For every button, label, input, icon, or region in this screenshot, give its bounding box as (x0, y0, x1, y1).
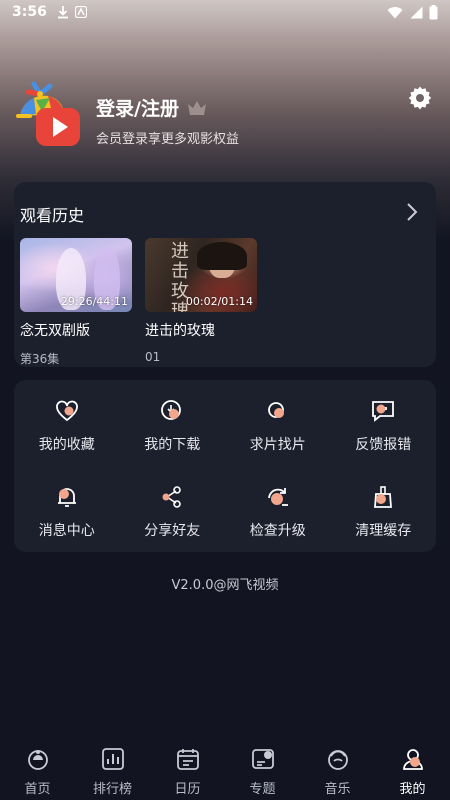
history-item-title[interactable]: 念无双剧版 (20, 320, 132, 340)
history-thumbnail[interactable]: 29:26/44:11 (20, 238, 132, 312)
menu-item-clear-cache[interactable]: 清理缓存 (331, 484, 437, 540)
profile-icon[interactable] (400, 746, 426, 772)
heart-icon[interactable] (54, 398, 80, 424)
app-logo[interactable] (14, 80, 82, 148)
tab-label[interactable]: 首页 (24, 778, 50, 797)
tab-label[interactable]: 专题 (249, 778, 275, 797)
menu-item-feedback[interactable]: 反馈报错 (331, 398, 437, 454)
tab-music[interactable]: 音乐 (303, 746, 373, 797)
menu-item-check-update[interactable]: 检查升级 (225, 484, 331, 540)
menu-label[interactable]: 反馈报错 (355, 434, 411, 454)
watch-history-card: 观看历史 29:26/44:11 念无双剧版 第36集 进击玫瑰 00:02/0… (14, 182, 436, 367)
tab-label[interactable]: 日历 (174, 778, 200, 797)
wifi-icon (387, 6, 403, 19)
gear-icon[interactable] (407, 85, 433, 115)
tab-ranking[interactable]: 排行榜 (78, 746, 148, 797)
history-thumbnail[interactable]: 进击玫瑰 00:02/01:14 (145, 238, 257, 312)
bell-icon[interactable] (54, 484, 80, 510)
calendar-icon[interactable] (175, 746, 201, 772)
history-item-title[interactable]: 进击的玫瑰 (145, 320, 257, 340)
menu-label[interactable]: 分享好友 (144, 520, 200, 540)
menu-item-share[interactable]: 分享好友 (120, 484, 226, 540)
settings-button[interactable] (406, 86, 434, 114)
feedback-icon[interactable] (370, 398, 396, 424)
search-movie-icon[interactable] (265, 398, 291, 424)
signal-icon (409, 6, 423, 19)
menu-item-request-movie[interactable]: 求片找片 (225, 398, 331, 454)
crown-icon (187, 100, 207, 116)
upgrade-icon[interactable] (265, 484, 291, 510)
tab-topic[interactable]: 专题 (228, 746, 298, 797)
profile-subtitle: 会员登录享更多观影权益 (96, 132, 240, 147)
share-icon[interactable] (159, 484, 185, 510)
menu-item-messages[interactable]: 消息中心 (14, 484, 120, 540)
menu-label[interactable]: 求片找片 (250, 434, 306, 454)
progress-time: 29:26/44:11 (60, 295, 128, 308)
profile-section: 登录/注册 会员登录享更多观影权益 (14, 80, 436, 152)
tab-label[interactable]: 音乐 (324, 778, 350, 797)
chevron-right-icon[interactable] (404, 202, 420, 222)
menu-item-favorites[interactable]: 我的收藏 (14, 398, 120, 454)
tab-home[interactable]: 首页 (3, 746, 73, 797)
status-bar: 3:56 (0, 0, 450, 24)
function-menu-card: 我的收藏 我的下载 求片找片 反馈报错 消息中心 分享好友 检查升级 清理缓存 (14, 380, 436, 552)
tab-label[interactable]: 我的 (399, 778, 425, 797)
function-menu-grid: 我的收藏 我的下载 求片找片 反馈报错 消息中心 分享好友 检查升级 清理缓存 (14, 398, 436, 540)
login-register-link[interactable]: 登录/注册 (96, 94, 207, 121)
download-icon[interactable] (159, 398, 185, 424)
tab-calendar[interactable]: 日历 (153, 746, 223, 797)
history-item-episode: 01 (145, 350, 161, 364)
menu-label[interactable]: 我的下载 (144, 434, 200, 454)
watch-history-title[interactable]: 观看历史 (20, 202, 84, 226)
menu-label[interactable]: 清理缓存 (355, 520, 411, 540)
menu-label[interactable]: 我的收藏 (39, 434, 95, 454)
menu-item-downloads[interactable]: 我的下载 (120, 398, 226, 454)
bottom-tab-bar: 首页 排行榜 日历 专题 音乐 我的 (0, 740, 450, 800)
login-register-label[interactable]: 登录/注册 (96, 94, 179, 121)
tab-profile[interactable]: 我的 (378, 746, 448, 797)
tab-label[interactable]: 排行榜 (93, 778, 132, 797)
history-item-episode: 第36集 (20, 352, 60, 366)
app-notification-icon (74, 6, 87, 18)
history-item[interactable]: 29:26/44:11 念无双剧版 第36集 (20, 238, 132, 367)
menu-label[interactable]: 检查升级 (250, 520, 306, 540)
music-icon[interactable] (325, 746, 351, 772)
topic-icon[interactable] (250, 746, 276, 772)
download-notification-icon (57, 5, 69, 19)
history-item[interactable]: 进击玫瑰 00:02/01:14 进击的玫瑰 01 (145, 238, 257, 367)
version-text: V2.0.0@网飞视频 (171, 578, 279, 593)
broom-icon[interactable] (370, 484, 396, 510)
home-icon[interactable] (25, 746, 51, 772)
battery-icon (429, 4, 438, 20)
watch-history-list: 29:26/44:11 念无双剧版 第36集 进击玫瑰 00:02/01:14 … (20, 238, 257, 367)
progress-time: 00:02/01:14 (185, 295, 253, 308)
menu-label[interactable]: 消息中心 (39, 520, 95, 540)
status-time: 3:56 (12, 4, 47, 20)
ranking-icon[interactable] (100, 746, 126, 772)
poster-hair (197, 242, 247, 270)
